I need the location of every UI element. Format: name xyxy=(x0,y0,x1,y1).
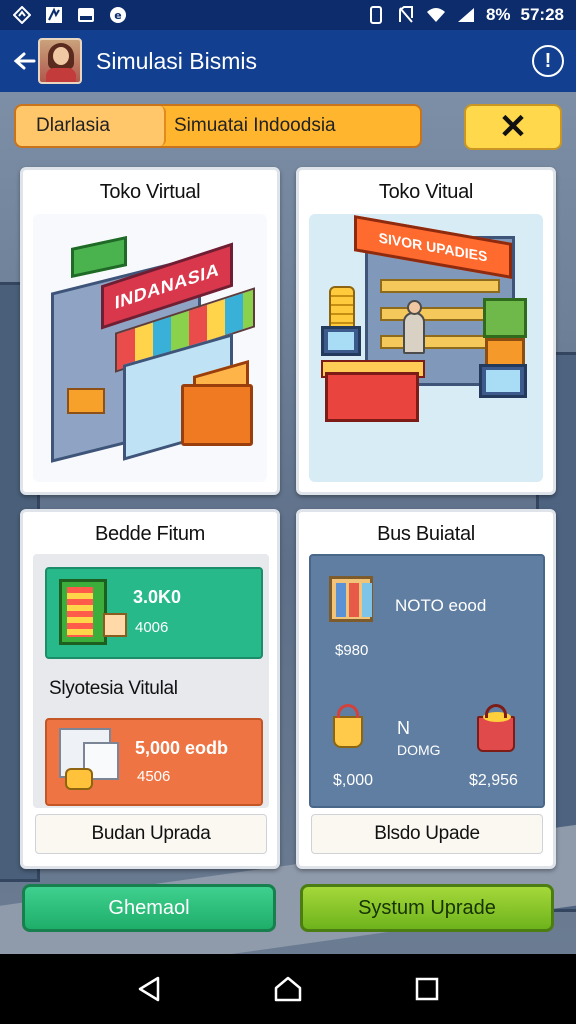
counter xyxy=(325,372,419,422)
page-title: Simulasi Bismis xyxy=(96,47,258,74)
feature-item-1-value: 3.0K0 xyxy=(133,587,182,607)
feature-item-2-sub: 4506 xyxy=(137,768,171,785)
tab-simuatai[interactable]: Simuatai Indoodsia xyxy=(166,106,420,146)
whatsapp-icon: e xyxy=(108,6,128,24)
mail-icon xyxy=(76,6,96,24)
laptop-icon xyxy=(479,364,527,398)
cabinet-icon xyxy=(329,576,373,622)
laptop-icon xyxy=(321,326,361,356)
tab-dlarlasia-label: Dlarlasia xyxy=(36,115,110,136)
crate xyxy=(181,384,253,446)
ghemaol-button[interactable]: Ghemaol xyxy=(22,884,276,932)
section-title: Slyotesia Vitulal xyxy=(49,678,178,699)
business-item-2-sub: DOMG xyxy=(397,742,441,758)
vending-machine-icon xyxy=(59,579,107,645)
feature-item-1[interactable]: 3.0K0 4006 xyxy=(45,567,263,659)
kiosk-sign: SIVOR UPADIES xyxy=(354,215,512,279)
shopkeeper xyxy=(403,300,425,354)
business-panel[interactable]: NOTO eood $980 N DOMG $,000 $2,956 xyxy=(309,554,545,808)
feature-card: Bedde Fitum 3.0K0 4006 Slyotesia Vitulal… xyxy=(20,509,280,869)
left-update-button[interactable]: Budan Uprada xyxy=(35,814,267,854)
shopping-bag-icon xyxy=(477,704,515,752)
store-card-2-title: Toko Vitual xyxy=(378,181,474,203)
wifi-icon xyxy=(426,6,446,24)
business-price-2: $,000 xyxy=(333,772,374,789)
feature-card-title: Bedde Fitum xyxy=(94,523,206,545)
store-card-2[interactable]: Toko Vitual SIVOR UPADIES xyxy=(296,167,556,495)
signal-icon xyxy=(456,6,476,24)
navigation-icon xyxy=(12,6,32,24)
back-arrow-icon[interactable] xyxy=(12,49,36,73)
svg-text:e: e xyxy=(114,9,121,22)
tools-icon: ✕ xyxy=(498,108,528,146)
feature-item-2[interactable]: 5,000 eodb 4506 xyxy=(45,718,263,806)
system-upgrade-label: Systum Uprade xyxy=(358,896,496,919)
business-card-title: Bus Buiatal xyxy=(377,523,475,545)
tab-bar: Dlarlasia Simuatai Indoodsia xyxy=(14,104,422,148)
feature-item-2-value: 5,000 eodb xyxy=(135,738,229,758)
green-box xyxy=(483,298,527,338)
right-update-label: Blsdo Upade xyxy=(374,823,480,844)
kiosk-shelf xyxy=(380,307,500,321)
business-item-2-label: N xyxy=(397,718,410,738)
avatar[interactable] xyxy=(38,38,82,84)
snack-icon xyxy=(65,768,93,790)
business-price-1: $980 xyxy=(335,642,369,659)
vibrate-icon xyxy=(366,6,386,24)
kiosk-shelf xyxy=(380,335,500,349)
store-illustration-1: INDANASIA xyxy=(33,214,267,482)
status-bar: e 8% 57:28 xyxy=(0,0,576,30)
system-nav-bar xyxy=(0,954,576,1024)
feature-item-1-sub: 4006 xyxy=(135,619,169,636)
store-illustration-2: SIVOR UPADIES xyxy=(309,214,543,482)
tab-dlarlasia[interactable]: Dlarlasia xyxy=(16,106,166,146)
right-update-button[interactable]: Blsdo Upade xyxy=(311,814,543,854)
back-icon[interactable] xyxy=(129,969,169,1009)
business-item-1-value: NOTO eood xyxy=(395,596,487,615)
bucket-icon xyxy=(333,704,363,748)
notes-icon xyxy=(44,6,64,24)
package-icon xyxy=(103,613,127,637)
no-sim-icon xyxy=(396,6,416,24)
system-upgrade-button[interactable]: Systum Uprade xyxy=(300,884,554,932)
business-card: Bus Buiatal NOTO eood $980 N DOMG $,000 … xyxy=(296,509,556,869)
tools-button[interactable]: ✕ xyxy=(464,104,562,150)
home-icon[interactable] xyxy=(268,969,308,1009)
clock-text: 57:28 xyxy=(520,5,564,24)
store-flag xyxy=(71,236,127,278)
ghemaol-label: Ghemaol xyxy=(108,896,190,919)
store-side-sign xyxy=(67,388,105,414)
info-icon[interactable]: ! xyxy=(532,45,564,77)
store-card-1[interactable]: Toko Virtual INDANASIA xyxy=(20,167,280,495)
recents-icon[interactable] xyxy=(407,969,447,1009)
kiosk-shelf xyxy=(380,279,500,293)
store-card-1-title: Toko Virtual xyxy=(99,181,201,203)
business-price-3: $2,956 xyxy=(469,772,518,789)
app-bar: Simulasi Bismis ! xyxy=(0,30,576,92)
left-update-label: Budan Uprada xyxy=(91,823,211,844)
tab-simuatai-label: Simuatai Indoodsia xyxy=(174,115,336,136)
battery-text: 8% xyxy=(485,5,511,24)
